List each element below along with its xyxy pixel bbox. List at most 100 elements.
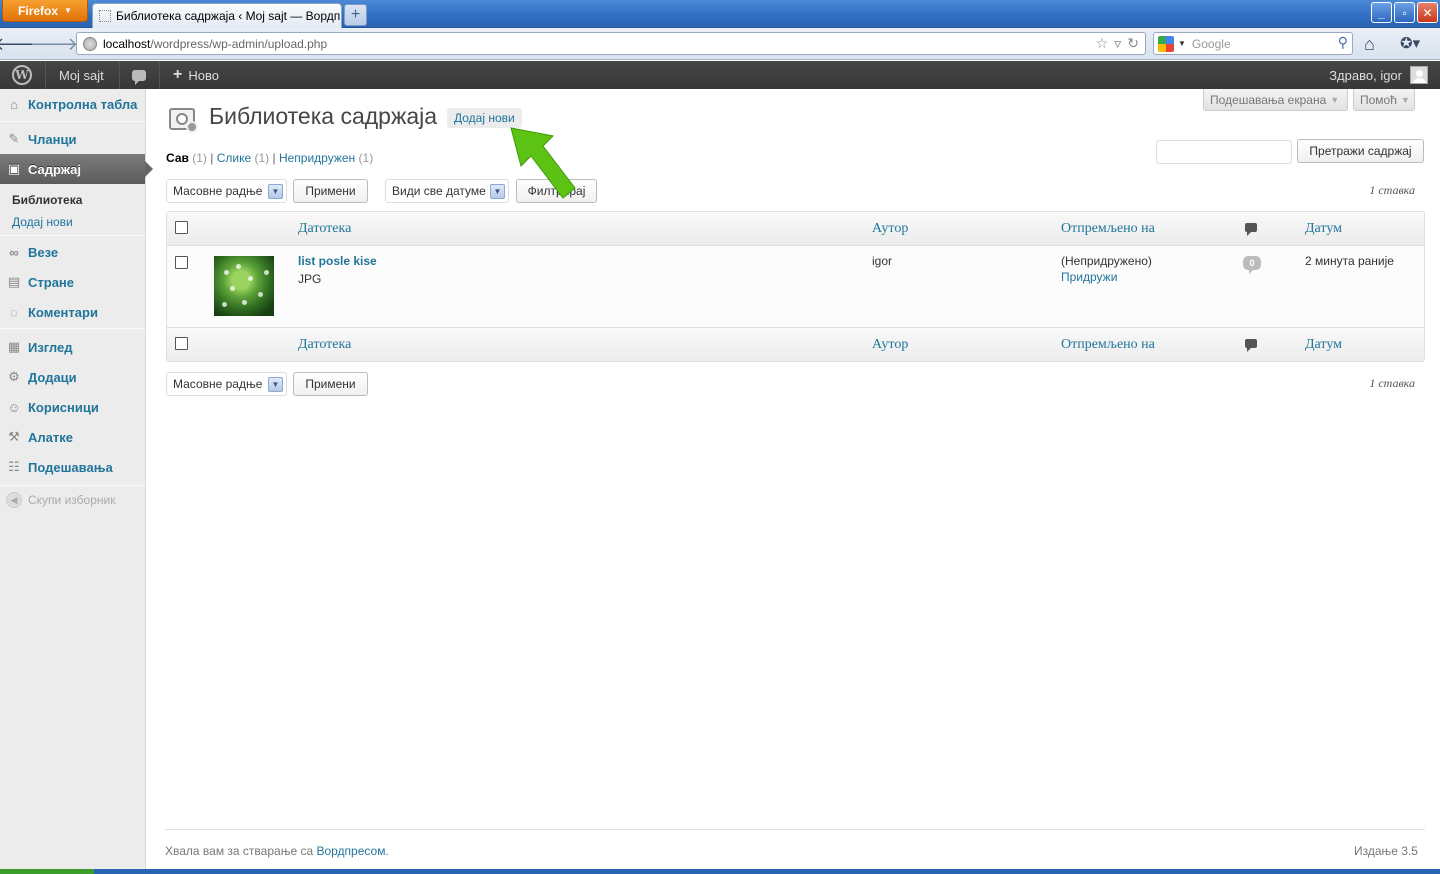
column-header-uploaded-to[interactable]: Отпремљено на: [1061, 221, 1155, 237]
filter-unattached-count: (1): [358, 151, 374, 165]
google-logo-icon[interactable]: [1158, 35, 1174, 52]
bulk-actions-select-bottom[interactable]: Масовне радње ▼: [166, 372, 287, 396]
my-account-menu[interactable]: Здраво, igor: [1329, 61, 1428, 89]
uploaded-to-status: (Непридружено): [1061, 254, 1152, 268]
users-icon: ☺: [7, 399, 21, 415]
apply-button-bottom[interactable]: Примени: [293, 372, 368, 396]
menu-item-label: Контролна табла: [28, 96, 138, 112]
bulk-actions-select[interactable]: Масовне радње ▼: [166, 179, 287, 203]
chevron-down-icon[interactable]: ▼: [490, 184, 505, 199]
menu-item-media[interactable]: ▣ Садржај: [0, 154, 153, 184]
submenu-item-add-new[interactable]: Додај нови: [12, 215, 73, 229]
greeting-text: Здраво, igor: [1329, 67, 1402, 83]
comment-count-badge[interactable]: 0: [1243, 256, 1261, 274]
items-count: 1 ставка: [1369, 183, 1415, 197]
bookmark-star-icon[interactable]: ☆: [1096, 35, 1109, 52]
menu-item-label: Додаци: [28, 369, 77, 385]
column-header-uploaded-to[interactable]: Отпремљено на: [1061, 337, 1155, 353]
apply-button[interactable]: Примени: [293, 179, 368, 203]
comment-column-icon[interactable]: [1245, 339, 1257, 352]
new-tab-button[interactable]: +: [344, 4, 367, 26]
help-tab[interactable]: Помоћ ▼: [1353, 89, 1415, 111]
column-header-file[interactable]: Датотека: [298, 221, 351, 237]
column-header-date[interactable]: Датум: [1305, 221, 1342, 237]
menu-item-label: Коментари: [28, 304, 98, 320]
column-header-author[interactable]: Аутор: [872, 221, 908, 237]
admin-menu: ⌂ Контролна табла ✎ Чланци ▣ Садржај Биб…: [0, 89, 153, 874]
select-all-checkbox[interactable]: [175, 337, 188, 350]
menu-item-comments[interactable]: ◌ Коментари: [0, 297, 145, 327]
media-title-link[interactable]: list posle kise: [298, 254, 377, 268]
column-header-author[interactable]: Аутор: [872, 337, 908, 353]
bookmarks-menu-icon[interactable]: ✪▾: [1400, 34, 1420, 52]
minimize-button[interactable]: _: [1371, 2, 1392, 23]
wp-admin-bar: W Moj sajt + Ново Здраво, igor: [0, 61, 1440, 89]
magnifier-icon[interactable]: ⚲: [1338, 34, 1348, 51]
attach-link[interactable]: Придружи: [1061, 270, 1117, 284]
footer-version: Издање 3.5: [1354, 844, 1418, 858]
maximize-button[interactable]: ▫: [1394, 2, 1415, 23]
forward-arrow-icon[interactable]: 🡒: [30, 33, 78, 55]
comments-link[interactable]: [132, 61, 146, 89]
url-bar[interactable]: localhost/wordpress/wp-admin/upload.php …: [76, 32, 1146, 55]
menu-item-label: Садржај: [28, 161, 82, 177]
column-header-file[interactable]: Датотека: [298, 337, 351, 353]
table-row: list posle kise JPG igor (Непридружено) …: [167, 246, 1424, 327]
menu-item-settings[interactable]: ☷ Подешавања: [0, 452, 145, 482]
close-window-button[interactable]: ✕: [1417, 2, 1438, 23]
media-thumbnail[interactable]: [214, 256, 274, 316]
filter-unattached[interactable]: Непридружен: [279, 151, 355, 165]
menu-item-appearance[interactable]: ▦ Изглед: [0, 332, 145, 362]
taskbar-strip: [0, 869, 1440, 874]
page-title: Библиотека садржаја: [209, 103, 438, 129]
submenu-item-library[interactable]: Библиотека: [12, 193, 82, 207]
chevron-down-icon[interactable]: ▼: [268, 184, 283, 199]
wp-logo-menu[interactable]: W: [12, 61, 32, 89]
select-all-checkbox[interactable]: [175, 221, 188, 234]
media-icon: ▣: [7, 161, 21, 176]
row-checkbox[interactable]: [175, 256, 188, 269]
annotation-arrow-icon: [510, 127, 576, 199]
filter-images[interactable]: Слике: [217, 151, 251, 165]
new-content-menu[interactable]: + Ново: [173, 61, 219, 89]
comment-column-icon[interactable]: [1245, 223, 1257, 236]
search-media-button[interactable]: Претражи садржај: [1297, 139, 1424, 163]
back-arrow-icon[interactable]: 🡐: [0, 33, 42, 55]
window-controls: _ ▫ ✕: [1371, 2, 1438, 23]
menu-item-links[interactable]: ∞ Везе: [0, 237, 145, 267]
menu-item-users[interactable]: ☺ Корисници: [0, 392, 145, 422]
chevron-down-icon[interactable]: ▼: [268, 377, 283, 392]
media-search-input[interactable]: [1156, 140, 1292, 164]
date-filter-select[interactable]: Види све датуме ▼: [385, 179, 509, 203]
firefox-menu-button[interactable]: Firefox ▼: [2, 0, 88, 22]
menu-item-pages[interactable]: ▤ Стране: [0, 267, 145, 297]
menu-item-label: Везе: [28, 244, 59, 260]
collapse-arrow-icon: ◀: [6, 492, 22, 508]
home-icon[interactable]: ⌂: [1364, 34, 1375, 55]
screen-options-tab[interactable]: Подешавања екрана ▼: [1203, 89, 1348, 111]
url-dropdown-icon[interactable]: ▿: [1114, 35, 1121, 52]
comment-bubble-icon: [132, 69, 146, 85]
appearance-icon: ▦: [7, 339, 21, 354]
media-author: igor: [872, 254, 893, 268]
menu-item-plugins[interactable]: ⚙ Додаци: [0, 362, 145, 392]
menu-item-posts[interactable]: ✎ Чланци: [0, 124, 145, 154]
browser-tab[interactable]: Библиотека садржаја ‹ Moj sajt — Вордпре…: [92, 3, 342, 28]
column-header-date[interactable]: Датум: [1305, 337, 1342, 353]
media-table: Датотека Аутор Отпремљено на Датум list …: [166, 211, 1425, 362]
site-name-link[interactable]: Moj sajt: [59, 61, 104, 89]
filter-separator: |: [210, 151, 214, 165]
wordpress-link[interactable]: Вордпресом: [316, 844, 385, 858]
menu-item-dashboard[interactable]: ⌂ Контролна табла: [0, 89, 145, 119]
menu-separator: [0, 485, 145, 486]
menu-item-tools[interactable]: ⚒ Алатке: [0, 422, 145, 452]
globe-icon: [83, 36, 97, 51]
filter-all[interactable]: Сав: [166, 151, 189, 165]
reload-icon[interactable]: ↻: [1127, 35, 1139, 52]
collapse-menu-label: Скупи изборник: [28, 493, 116, 507]
menu-separator: [0, 328, 145, 329]
attach-link-text[interactable]: Придружи: [1061, 270, 1117, 284]
chevron-down-icon[interactable]: ▼: [1178, 39, 1186, 48]
collapse-menu-button[interactable]: ◀ Скупи изборник: [6, 492, 115, 508]
search-bar[interactable]: ▼ Google ⚲: [1153, 32, 1353, 55]
